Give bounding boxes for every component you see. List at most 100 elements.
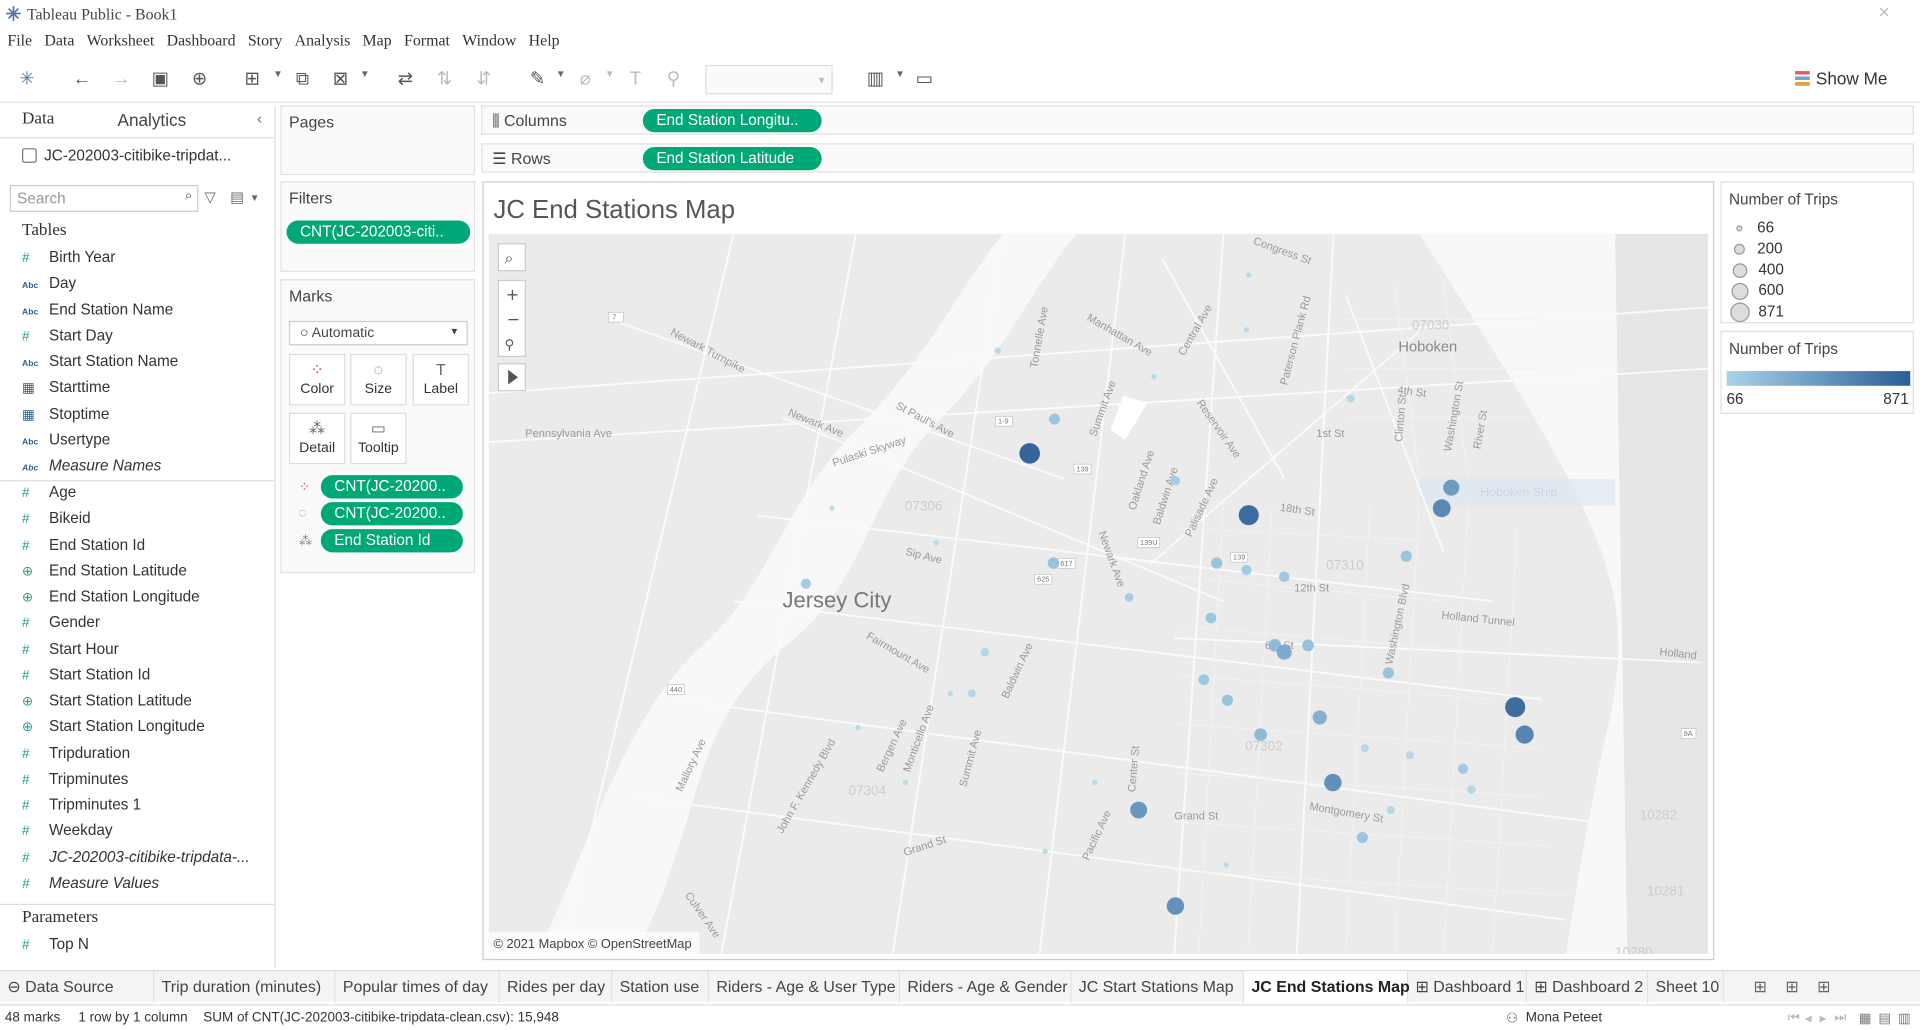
- station-mark[interactable]: [1243, 327, 1250, 333]
- sort-descending-icon[interactable]: ⇵: [471, 67, 495, 91]
- station-mark[interactable]: [1312, 710, 1327, 725]
- station-mark[interactable]: [947, 690, 954, 697]
- menu-file[interactable]: File: [7, 31, 32, 55]
- menu-help[interactable]: Help: [529, 31, 560, 55]
- clear-sheet-dropdown-icon[interactable]: ▼: [360, 69, 370, 80]
- menu-worksheet[interactable]: Worksheet: [87, 31, 155, 55]
- station-mark[interactable]: [902, 779, 909, 786]
- detail-button[interactable]: ⁂ Detail: [288, 412, 346, 465]
- station-mark[interactable]: [1166, 897, 1185, 915]
- sheet-tab[interactable]: Popular times of day: [336, 971, 500, 1004]
- field-item[interactable]: Abc Measure Names: [22, 457, 161, 481]
- field-item[interactable]: # Measure Values: [22, 874, 159, 898]
- station-mark[interactable]: [980, 647, 990, 657]
- field-item[interactable]: ▦ Stoptime: [22, 405, 109, 429]
- field-item[interactable]: ⊕ Start Station Latitude: [22, 692, 192, 716]
- station-mark[interactable]: [1238, 505, 1259, 526]
- detail-encoding-pill[interactable]: End Station Id: [320, 529, 463, 553]
- first-sheet-icon[interactable]: ⏮: [1788, 1010, 1800, 1026]
- size-encoding-pill[interactable]: CNT(JC-20200..: [320, 502, 463, 526]
- rows-shelf[interactable]: ☰ Rows End Station Latitude: [481, 143, 1914, 173]
- field-item[interactable]: # Birth Year: [22, 249, 115, 273]
- field-item[interactable]: ⊕ End Station Latitude: [22, 562, 187, 586]
- size-legend[interactable]: Number of Trips 66 200 400 600 871: [1720, 181, 1914, 324]
- menu-dashboard[interactable]: Dashboard: [167, 31, 236, 55]
- sheet-tab[interactable]: ⊞ Dashboard 1: [1408, 971, 1527, 1004]
- sheet-tab[interactable]: ⊖ Data Source: [0, 971, 155, 1004]
- filter-fields-icon[interactable]: ▽: [204, 189, 215, 206]
- station-mark[interactable]: [1405, 751, 1414, 760]
- save-icon[interactable]: ▣: [148, 67, 172, 91]
- station-mark[interactable]: [800, 578, 811, 589]
- highlight-icon[interactable]: ✎: [525, 67, 549, 91]
- show-labels-icon[interactable]: T: [623, 67, 647, 91]
- sheet-tab[interactable]: JC End Stations Map: [1244, 971, 1410, 1004]
- station-mark[interactable]: [1130, 801, 1148, 819]
- station-mark[interactable]: [1515, 725, 1534, 744]
- station-mark[interactable]: [1241, 564, 1252, 576]
- pin-map-button[interactable]: ⚲: [504, 337, 514, 353]
- search-input[interactable]: Search ⌕: [9, 184, 199, 212]
- filter-pill[interactable]: CNT(JC-202003-citi..: [286, 220, 471, 244]
- show-filmstrip-icon[interactable]: ▦: [1859, 1010, 1872, 1027]
- field-item[interactable]: # Start Hour: [22, 640, 119, 664]
- station-mark[interactable]: [1324, 773, 1342, 792]
- tableau-home-icon[interactable]: ✳: [15, 67, 39, 91]
- station-mark[interactable]: [855, 725, 861, 731]
- station-mark[interactable]: [1346, 394, 1355, 403]
- tab-analytics[interactable]: Analytics: [118, 110, 187, 130]
- field-item[interactable]: Abc Day: [22, 275, 76, 299]
- field-item[interactable]: # Start Day: [22, 327, 113, 351]
- sheet-tab[interactable]: Rides per day: [500, 971, 613, 1004]
- new-worksheet-tab-icon[interactable]: ⊞: [1753, 977, 1766, 997]
- fit-dropdown[interactable]: ▼: [705, 64, 833, 95]
- station-mark[interactable]: [1246, 272, 1252, 278]
- station-mark[interactable]: [1356, 831, 1368, 843]
- view-mode-icon[interactable]: ▤: [230, 189, 244, 206]
- station-mark[interactable]: [1382, 667, 1395, 679]
- station-mark[interactable]: [933, 539, 939, 546]
- menu-window[interactable]: Window: [462, 31, 516, 55]
- field-item[interactable]: # End Station Id: [22, 536, 145, 560]
- show-sorter-icon[interactable]: ▤: [1878, 1010, 1891, 1027]
- station-mark[interactable]: [1049, 413, 1061, 425]
- collapse-pane-icon[interactable]: ‹: [257, 110, 262, 127]
- station-mark[interactable]: [1386, 805, 1395, 815]
- fix-axes-icon[interactable]: ⚲: [661, 67, 685, 91]
- station-mark[interactable]: [1432, 499, 1451, 518]
- sheet-tab[interactable]: JC Start Stations Map: [1071, 971, 1245, 1004]
- sheet-tab[interactable]: Station use: [612, 971, 709, 1004]
- station-mark[interactable]: [1124, 592, 1134, 602]
- field-item[interactable]: # JC-202003-citibike-tripdata-...: [22, 848, 250, 872]
- station-mark[interactable]: [1042, 848, 1048, 854]
- station-mark[interactable]: [1505, 697, 1526, 718]
- color-legend[interactable]: Number of Trips 66 871: [1720, 330, 1914, 414]
- field-item[interactable]: Abc End Station Name: [22, 301, 173, 325]
- group-dropdown-icon[interactable]: ▼: [605, 69, 615, 80]
- mark-type-dropdown[interactable]: ○ Automatic ▼: [288, 320, 468, 346]
- columns-pill[interactable]: End Station Longitu..: [642, 108, 822, 133]
- filters-card[interactable]: Filters CNT(JC-202003-citi..: [280, 181, 476, 272]
- duplicate-sheet-icon[interactable]: ⧉: [290, 67, 314, 91]
- swap-rows-columns-icon[interactable]: ⇄: [393, 67, 417, 91]
- station-mark[interactable]: [1360, 744, 1369, 753]
- field-item[interactable]: # Weekday: [22, 822, 112, 846]
- sort-ascending-icon[interactable]: ⇅: [432, 67, 456, 91]
- size-button[interactable]: ◌ Size: [350, 353, 407, 406]
- sheet-tab[interactable]: Riders - Age & User Type: [709, 971, 901, 1004]
- field-item[interactable]: # Gender: [22, 614, 100, 638]
- show-tabs-icon[interactable]: ▥: [1898, 1010, 1911, 1027]
- last-sheet-icon[interactable]: ⏭: [1834, 1010, 1846, 1026]
- station-mark[interactable]: [1019, 443, 1040, 464]
- station-mark[interactable]: [1276, 644, 1292, 660]
- station-mark[interactable]: [967, 689, 976, 698]
- prev-sheet-icon[interactable]: ◂: [1805, 1010, 1812, 1027]
- tab-data[interactable]: Data: [22, 110, 54, 130]
- group-members-icon[interactable]: ⌀: [573, 67, 597, 91]
- show-me-button[interactable]: Show Me: [1795, 69, 1887, 88]
- station-mark[interactable]: [829, 505, 835, 511]
- sheet-tab[interactable]: Riders - Age & Gender: [900, 971, 1072, 1004]
- sheet-tab[interactable]: Sheet 10: [1648, 971, 1725, 1004]
- station-mark[interactable]: [1467, 785, 1476, 794]
- station-mark[interactable]: [1047, 557, 1060, 569]
